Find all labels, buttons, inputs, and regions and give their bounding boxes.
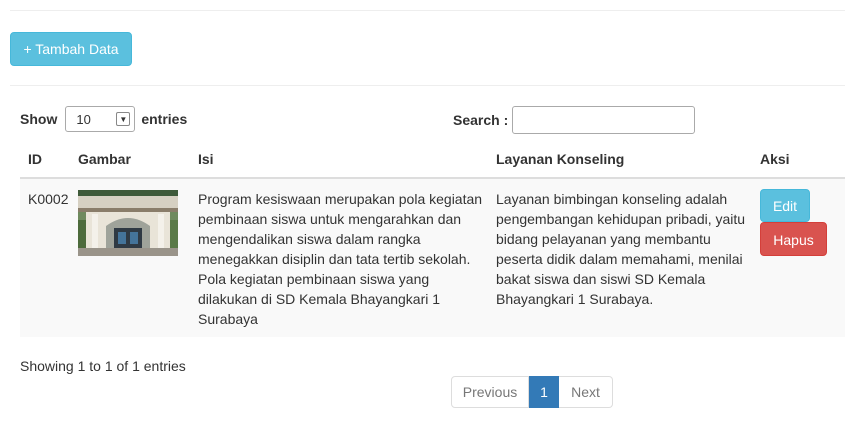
search-label: Search :	[453, 112, 509, 128]
top-divider	[10, 10, 845, 11]
edit-button[interactable]: Edit	[760, 189, 810, 222]
column-header-gambar[interactable]: Gambar	[70, 140, 190, 179]
chevron-down-icon: ▼	[116, 112, 131, 126]
search-control: Search :	[453, 106, 696, 134]
column-header-aksi[interactable]: Aksi	[752, 140, 845, 179]
cell-layanan: Layanan bimbingan konseling adalah penge…	[488, 178, 752, 337]
pagination: Previous 1 Next	[451, 376, 613, 408]
cell-id: K0002	[20, 178, 70, 337]
table-row: K0002 Program kesiswaan merupakan pola k…	[20, 178, 845, 337]
cell-isi: Program kesiswaan merupakan pola kegiata…	[190, 178, 488, 337]
cell-gambar	[70, 178, 190, 337]
table-header-row: ID Gambar Isi Layanan Konseling Aksi	[20, 140, 845, 179]
entries-length-control: Show 10 ▼ entries	[20, 106, 187, 132]
add-data-button[interactable]: + Tambah Data	[10, 32, 132, 66]
show-label: Show	[20, 111, 58, 127]
entries-select-value: 10	[76, 111, 91, 127]
pagination-page-1[interactable]: 1	[529, 376, 559, 408]
section-divider	[10, 85, 845, 86]
school-building-image	[78, 190, 178, 256]
column-header-id[interactable]: ID	[20, 140, 70, 179]
search-input[interactable]	[512, 106, 696, 134]
column-header-layanan[interactable]: Layanan Konseling	[488, 140, 752, 179]
pagination-next[interactable]: Next	[559, 376, 613, 408]
column-header-isi[interactable]: Isi	[190, 140, 488, 179]
table-info: Showing 1 to 1 of 1 entries	[20, 358, 186, 374]
data-table: ID Gambar Isi Layanan Konseling Aksi K00…	[20, 140, 845, 337]
entries-select[interactable]: 10 ▼	[65, 106, 136, 132]
school-building-photo	[78, 190, 178, 256]
cell-aksi: Edit Hapus	[752, 178, 845, 337]
pagination-previous[interactable]: Previous	[451, 376, 529, 408]
entries-label: entries	[141, 111, 188, 127]
delete-button[interactable]: Hapus	[760, 222, 827, 256]
